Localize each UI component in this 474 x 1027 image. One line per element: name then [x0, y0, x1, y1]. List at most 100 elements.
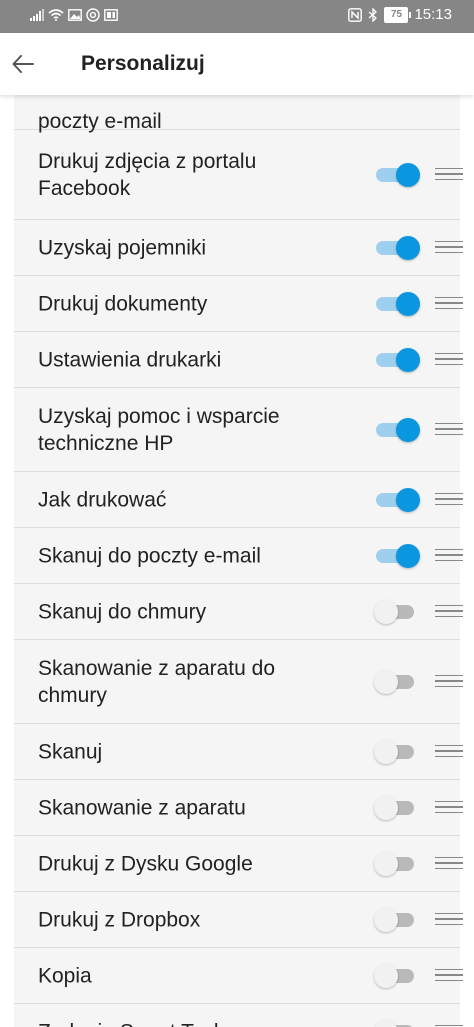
toggle-thumb	[374, 1019, 398, 1027]
drag-handle-icon[interactable]	[435, 744, 463, 759]
list-item-label: Skanuj do chmury	[38, 600, 207, 623]
list-item[interactable]: Skanowanie z aparatu do chmury	[14, 640, 463, 724]
toggle-thumb	[374, 599, 398, 624]
drag-handle-icon[interactable]	[435, 492, 463, 507]
drag-handle-line	[435, 744, 463, 746]
drag-handle-icon[interactable]	[435, 240, 463, 255]
nfc-icon	[348, 7, 363, 22]
toggle-thumb	[374, 851, 398, 876]
drag-handle-line	[435, 755, 463, 757]
list-item-label: Skanowanie z aparatu do chmury	[38, 656, 275, 707]
list-item[interactable]: Drukuj z Dysku Google	[14, 836, 463, 892]
drag-handle-line	[435, 246, 463, 248]
toggle-thumb	[396, 235, 420, 260]
drag-handle-line	[435, 178, 463, 180]
toggle-switch[interactable]	[374, 795, 418, 820]
list-item-label: Skanuj	[38, 740, 103, 763]
toggle-switch[interactable]	[374, 669, 418, 694]
toggle-thumb	[396, 487, 420, 512]
toggle-thumb	[374, 669, 398, 694]
drag-handle-icon[interactable]	[435, 968, 463, 983]
drag-handle-icon[interactable]	[435, 912, 463, 927]
status-time: 15:13	[414, 6, 452, 23]
drag-handle-line	[435, 750, 463, 752]
drag-handle-line	[435, 674, 463, 676]
drag-handle-line	[435, 352, 463, 354]
drag-handle-line	[435, 680, 463, 682]
back-button[interactable]	[8, 49, 38, 79]
drag-handle-line	[435, 923, 463, 925]
toggle-thumb	[396, 291, 420, 316]
drag-handle-line	[435, 307, 463, 309]
list-item-label: Uzyskaj pomoc i wsparcie techniczne HP	[38, 404, 280, 455]
drag-handle-icon[interactable]	[435, 296, 463, 311]
list-item[interactable]: Drukuj dokumenty	[14, 276, 463, 332]
drag-handle-line	[435, 806, 463, 808]
drag-handle-line	[435, 1024, 463, 1026]
toggle-thumb	[374, 795, 398, 820]
list-item[interactable]: Kopia	[14, 948, 463, 1004]
list-item[interactable]: Uzyskaj pomoc i wsparcie techniczne HP	[14, 388, 463, 472]
drag-handle-line	[435, 811, 463, 813]
drag-handle-icon[interactable]	[435, 800, 463, 815]
toggle-switch[interactable]	[376, 543, 420, 568]
toggle-switch[interactable]	[376, 235, 420, 260]
drag-handle-line	[435, 358, 463, 360]
toggle-switch[interactable]	[374, 599, 418, 624]
news-icon	[104, 9, 118, 21]
list-item-label: Drukuj z Dropbox	[38, 908, 201, 931]
drag-handle-line	[435, 173, 463, 175]
drag-handle-line	[435, 498, 463, 500]
list-item[interactable]: Skanuj do poczty e-mail	[14, 528, 463, 584]
toggle-switch[interactable]	[376, 162, 420, 187]
drag-handle-line	[435, 433, 463, 435]
settings-list-container[interactable]: poczty e-mail Drukuj zdjęcia z portalu Fa…	[0, 95, 474, 1027]
drag-handle-line	[435, 492, 463, 494]
toggle-switch[interactable]	[376, 417, 420, 442]
drag-handle-line	[435, 302, 463, 304]
app-bar: Personalizuj	[0, 33, 474, 95]
drag-handle-icon[interactable]	[435, 674, 463, 689]
drag-handle-line	[435, 867, 463, 869]
toggle-switch[interactable]	[374, 963, 418, 988]
list-item[interactable]: Skanuj	[14, 724, 463, 780]
drag-handle-line	[435, 615, 463, 617]
drag-handle-line	[435, 251, 463, 253]
toggle-switch[interactable]	[374, 739, 418, 764]
drag-handle-line	[435, 554, 463, 556]
drag-handle-icon[interactable]	[435, 167, 463, 182]
list-item[interactable]: Ustawienia drukarki	[14, 332, 463, 388]
drag-handle-line	[435, 296, 463, 298]
list-item-label: Drukuj zdjęcia z portalu Facebook	[38, 149, 257, 200]
toggle-switch[interactable]	[374, 851, 418, 876]
list-item[interactable]: Skanowanie z aparatu	[14, 780, 463, 836]
drag-handle-line	[435, 363, 463, 365]
drag-handle-line	[435, 968, 463, 970]
list-item[interactable]: Drukuj z Dropbox	[14, 892, 463, 948]
list-item-label: Kopia	[38, 964, 92, 987]
drag-handle-icon[interactable]	[435, 352, 463, 367]
toggle-thumb	[374, 963, 398, 988]
toggle-switch[interactable]	[374, 907, 418, 932]
list-item[interactable]: Jak drukować	[14, 472, 463, 528]
list-item[interactable]: Uzyskaj pojemniki	[14, 220, 463, 276]
toggle-switch[interactable]	[376, 291, 420, 316]
drag-handle-icon[interactable]	[435, 856, 463, 871]
toggle-thumb	[396, 162, 420, 187]
list-item[interactable]: Skanuj do chmury	[14, 584, 463, 640]
list-item[interactable]: Drukuj zdjęcia z portalu Facebook	[14, 130, 463, 220]
drag-handle-icon[interactable]	[435, 604, 463, 619]
toggle-thumb	[396, 543, 420, 568]
toggle-switch[interactable]	[376, 487, 420, 512]
page-title: Personalizuj	[81, 52, 205, 75]
drag-handle-icon[interactable]	[435, 422, 463, 437]
list-item[interactable]: poczty e-mail	[14, 95, 460, 133]
list-item-label: Skanuj do poczty e-mail	[38, 544, 261, 567]
drag-handle-icon[interactable]	[435, 548, 463, 563]
list-item[interactable]: Zadania Smart Tasks	[14, 1004, 463, 1027]
status-bar: 75 15:13	[0, 0, 474, 33]
drag-handle-line	[435, 979, 463, 981]
toggle-switch[interactable]	[376, 347, 420, 372]
toggle-switch[interactable]	[374, 1019, 418, 1027]
drag-handle-line	[435, 240, 463, 242]
